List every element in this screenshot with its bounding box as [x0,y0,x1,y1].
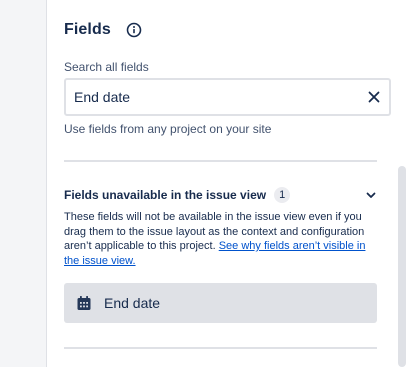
search-input[interactable] [74,89,367,105]
search-field[interactable] [64,78,391,116]
fields-panel: Fields Search all fields Use fields from… [46,0,412,367]
panel-header: Fields [64,19,142,41]
chevron-down-icon[interactable] [365,189,377,201]
divider [64,347,377,349]
scrollbar[interactable] [398,166,406,367]
divider [64,160,377,162]
unavailable-section-header[interactable]: Fields unavailable in the issue view 1 [64,186,377,204]
helper-text: Use fields from any project on your site [64,122,272,136]
panel-title: Fields [64,21,111,38]
field-item-label: End date [104,295,161,311]
calendar-icon [76,295,92,311]
section-title: Fields unavailable in the issue view [64,188,267,202]
close-icon[interactable] [367,90,381,104]
count-badge: 1 [274,187,291,203]
search-label: Search all fields [64,60,149,74]
page-backdrop [0,0,46,367]
info-icon[interactable] [126,22,142,38]
field-item-end-date[interactable]: End date [64,283,377,323]
section-description: These fields will not be available in th… [64,210,369,268]
